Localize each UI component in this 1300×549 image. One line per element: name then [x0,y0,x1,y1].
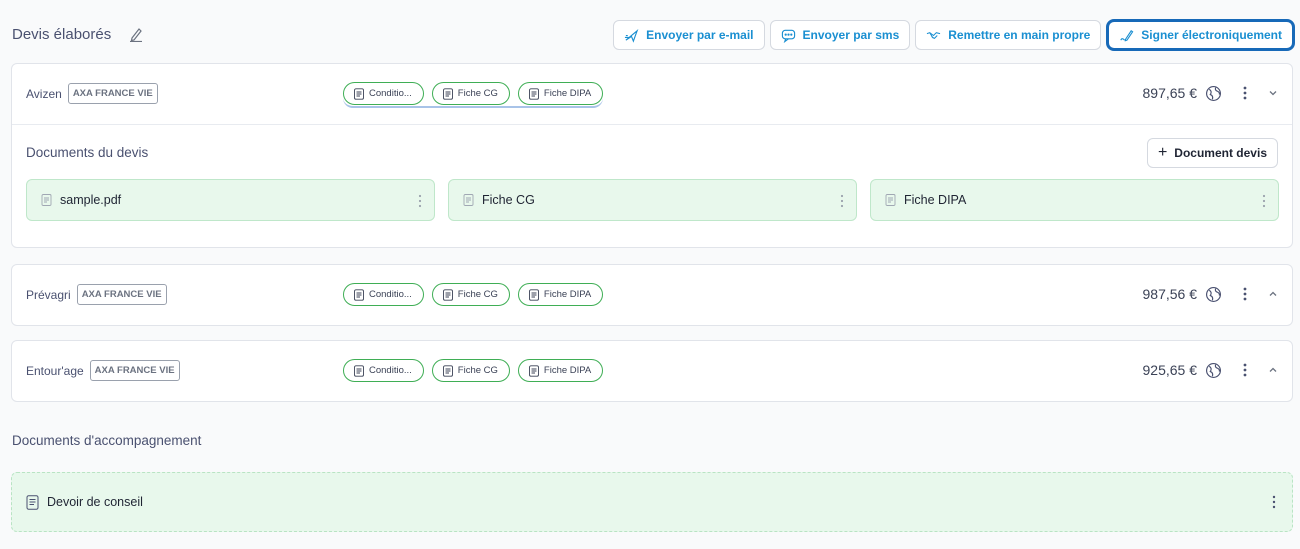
quote-actions: Envoyer par e-mail Envoyer par sms Remet… [613,19,1295,51]
document-chips: Conditio... Fiche CG Fiche DIPA [343,82,604,108]
quote-row[interactable]: Entour'age AXA FRANCE VIE Conditio... Fi… [12,341,1292,401]
file-icon [885,194,896,206]
insurer: Avizen AXA FRANCE VIE [26,83,158,104]
send-icon [625,28,639,43]
document-item[interactable]: sample.pdf [26,179,435,221]
add-document-label: Document devis [1174,146,1267,160]
document-chips: Conditio... Fiche CG Fiche DIPA [343,359,604,382]
product-name: Avizen [26,86,62,101]
document-icon [528,87,539,100]
chevron-up-icon[interactable] [1266,287,1280,301]
quote-card: Prévagri AXA FRANCE VIE Conditio... Fich… [11,264,1293,326]
doc-chip-fiche-dipa[interactable]: Fiche DIPA [517,82,604,105]
doc-chip-conditions[interactable]: Conditio... [343,359,424,382]
add-document-button[interactable]: + Document devis [1146,138,1278,168]
signature-icon [1120,29,1134,41]
quote-price: 925,65 € [1142,362,1198,378]
quotes-header: Devis élaborés Envoyer par e-mail Envoye… [0,18,1300,52]
product-name: Prévagri [26,287,71,302]
company-badge: AXA FRANCE VIE [89,360,180,381]
chip-label: Fiche CG [457,88,498,99]
handshake-icon [927,31,941,39]
document-icon [528,364,539,377]
quote-documents-title: Documents du devis [26,145,149,160]
quote-summary: 925,65 € [1143,361,1281,379]
document-name: Devoir de conseil [47,495,143,509]
edit-title-icon[interactable] [128,26,144,42]
quote-card: Entour'age AXA FRANCE VIE Conditio... Fi… [11,340,1293,402]
document-menu-icon[interactable] [1270,494,1278,510]
chip-label: Conditio... [369,365,412,376]
accompaniment-title: Documents d'accompagnement [12,433,202,448]
insurer: Entour'age AXA FRANCE VIE [26,360,180,381]
document-menu-icon[interactable] [1260,193,1268,209]
insurer: Prévagri AXA FRANCE VIE [26,284,167,305]
document-icon [442,364,453,377]
plus-icon: + [1157,144,1168,161]
more-options-icon[interactable] [1238,361,1252,379]
document-icon [354,87,364,100]
page-title: Devis élaborés [12,26,112,43]
chip-label: Fiche CG [457,365,498,376]
send-email-button[interactable]: Envoyer par e-mail [613,20,765,50]
chip-label: Conditio... [369,289,412,300]
product-name: Entour'age [26,363,84,378]
doc-chip-fiche-cg[interactable]: Fiche CG [431,82,510,105]
quote-price: 897,65 € [1142,85,1198,101]
quote-summary: 987,56 € [1143,285,1281,303]
quote-card: Avizen AXA FRANCE VIE Conditio... Fiche … [11,63,1293,248]
document-chips: Conditio... Fiche CG Fiche DIPA [343,283,604,306]
document-name: Fiche CG [482,193,535,207]
doc-chip-fiche-cg[interactable]: Fiche CG [431,283,510,306]
quote-documents-panel: Documents du devis + Document devis samp… [12,124,1292,247]
chevron-down-icon[interactable] [1266,86,1280,100]
company-badge: AXA FRANCE VIE [67,83,158,104]
document-icon [26,494,39,510]
quote-document-list: sample.pdf Fiche CG Fiche DIPA [26,179,1279,221]
doc-chip-conditions[interactable]: Conditio... [343,283,424,306]
quote-price: 987,56 € [1142,286,1198,302]
doc-chip-conditions[interactable]: Conditio... [343,82,424,105]
globe-icon[interactable] [1205,85,1222,102]
e-sign-button[interactable]: Signer électroniquement [1106,19,1295,51]
document-menu-icon[interactable] [838,193,846,209]
document-item[interactable]: Fiche CG [448,179,857,221]
doc-chip-fiche-dipa[interactable]: Fiche DIPA [517,283,604,306]
hand-deliver-button[interactable]: Remettre en main propre [915,20,1102,50]
file-icon [463,194,474,206]
chip-label: Fiche CG [457,289,498,300]
document-name: Fiche DIPA [904,193,967,207]
e-sign-label: Signer électroniquement [1141,28,1282,42]
file-icon [41,194,52,206]
more-options-icon[interactable] [1238,285,1252,303]
send-email-label: Envoyer par e-mail [646,28,754,42]
hand-deliver-label: Remettre en main propre [948,28,1091,42]
document-icon [354,364,364,377]
chevron-up-icon[interactable] [1266,363,1280,377]
doc-chip-fiche-dipa[interactable]: Fiche DIPA [517,359,604,382]
document-icon [442,288,453,301]
document-icon [528,288,539,301]
send-sms-button[interactable]: Envoyer par sms [769,20,911,50]
doc-chip-fiche-cg[interactable]: Fiche CG [431,359,510,382]
chip-label: Fiche DIPA [543,289,592,300]
document-icon [442,87,453,100]
quote-summary: 897,65 € [1143,84,1281,102]
quote-row[interactable]: Prévagri AXA FRANCE VIE Conditio... Fich… [12,265,1292,325]
quote-row[interactable]: Avizen AXA FRANCE VIE Conditio... Fiche … [12,64,1292,124]
document-item[interactable]: Fiche DIPA [870,179,1279,221]
company-badge: AXA FRANCE VIE [76,284,167,305]
accompaniment-document-item[interactable]: Devoir de conseil [11,472,1293,532]
chip-label: Conditio... [369,88,412,99]
globe-icon[interactable] [1205,362,1222,379]
globe-icon[interactable] [1205,286,1222,303]
chip-label: Fiche DIPA [543,88,592,99]
document-menu-icon[interactable] [416,193,424,209]
send-sms-label: Envoyer par sms [802,28,900,42]
document-icon [354,288,364,301]
chip-label: Fiche DIPA [543,365,592,376]
sms-icon [781,29,795,43]
document-name: sample.pdf [60,193,122,207]
more-options-icon[interactable] [1238,84,1252,102]
